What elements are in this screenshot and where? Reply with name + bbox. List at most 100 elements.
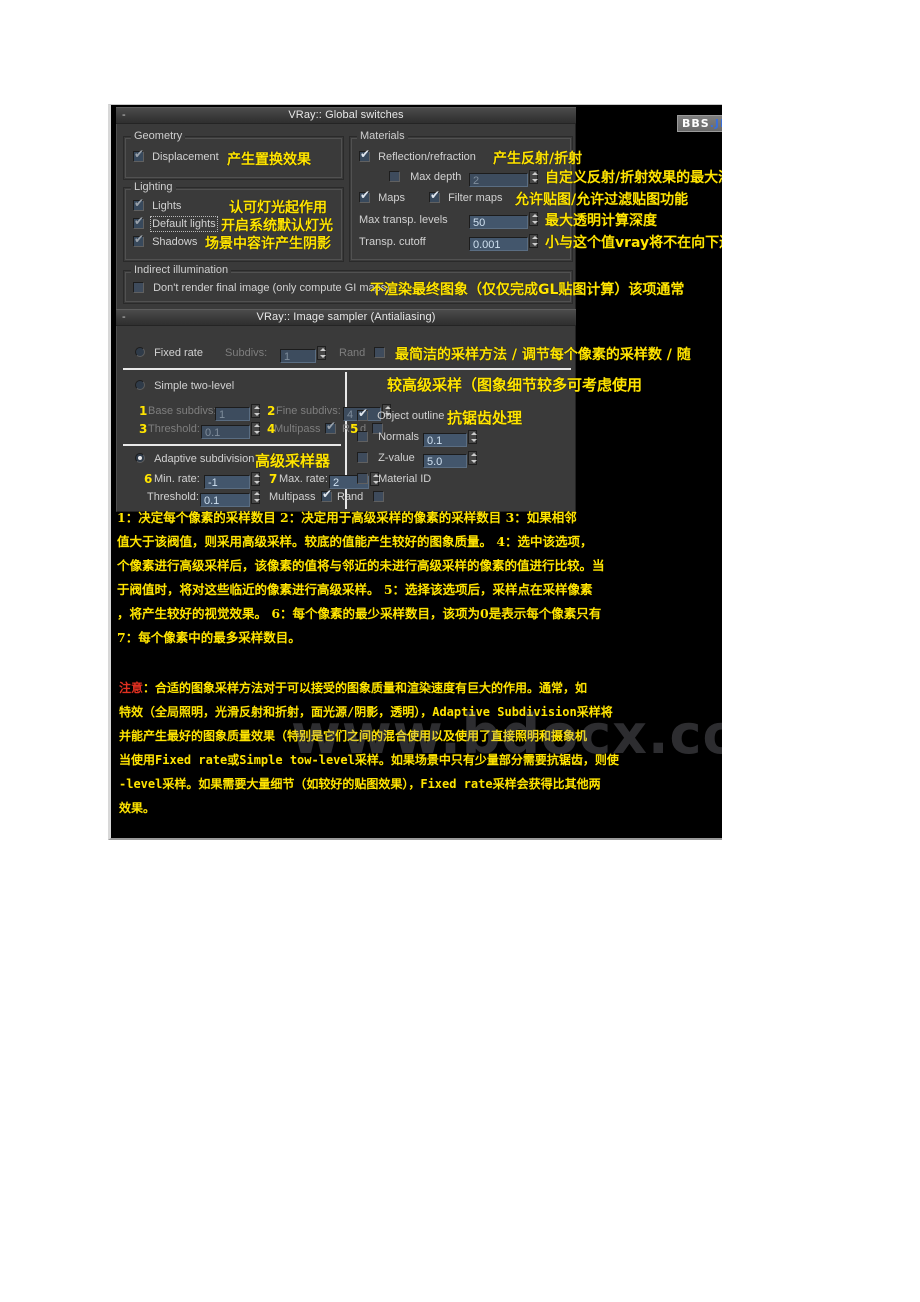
radio-icon[interactable] — [135, 380, 145, 390]
checkbox-icon[interactable] — [429, 189, 440, 203]
base-subdivs-value[interactable]: 1 — [215, 407, 250, 421]
field-max-transp-levels[interactable]: 50 — [469, 212, 538, 229]
checkbox-icon[interactable] — [133, 282, 144, 293]
checkbox-icon[interactable] — [133, 215, 144, 229]
label-fixed-rate-subdivs: Subdivs: — [225, 347, 268, 359]
checkbox-icon[interactable] — [133, 197, 144, 211]
bbs-watermark-badge: BBS.JI — [677, 115, 722, 132]
normals-value[interactable]: 0.1 — [423, 433, 467, 447]
notes-line: 7：每个像素中的最多采样数目。 — [117, 630, 301, 645]
radio-icon[interactable] — [135, 347, 145, 357]
field-z-value[interactable]: 5.0 — [423, 451, 477, 468]
min-rate-value[interactable]: -1 — [204, 475, 250, 489]
checkbox-normals-label: Normals — [378, 431, 420, 443]
annotation-adaptive-subdivision: 高级采样器 — [255, 452, 331, 470]
label-adaptive-rand: Rand — [337, 491, 364, 503]
radio-fixed-rate[interactable]: Fixed rate — [135, 347, 203, 359]
checkbox-z-value[interactable]: Z-value — [357, 452, 415, 464]
checkbox-two-level-multipass[interactable] — [325, 420, 336, 435]
checkbox-icon[interactable] — [133, 148, 144, 162]
spinner-icon[interactable] — [468, 430, 477, 444]
checkbox-adaptive-rand[interactable] — [373, 491, 384, 503]
two-level-threshold-value[interactable]: 0.1 — [201, 425, 250, 439]
field-normals[interactable]: 0.1 — [423, 430, 477, 447]
z-value-value[interactable]: 5.0 — [423, 454, 467, 468]
caution-line: 当使用Fixed rate或Simple tow-level采样。如果场景中只有… — [119, 753, 619, 767]
rollout-global-switches-titlebar[interactable]: - VRay:: Global switches — [116, 107, 576, 124]
checkbox-fixed-rate-rand[interactable] — [374, 347, 385, 359]
radio-fixed-rate-label: Fixed rate — [154, 347, 203, 359]
checkbox-icon[interactable] — [133, 233, 144, 247]
bbs-badge-text: BBS — [682, 117, 710, 130]
checkbox-default-lights[interactable]: Default lights — [133, 215, 218, 232]
checkbox-dont-render-final-image[interactable]: Don't render final image (only compute G… — [133, 282, 390, 294]
rollout-image-sampler-titlebar[interactable]: - VRay:: Image sampler (Antialiasing) — [116, 309, 576, 326]
checkbox-reflection-refraction[interactable]: Reflection/refraction — [359, 148, 476, 163]
checkbox-icon[interactable] — [357, 452, 368, 463]
notes-line: 个像素进行高级采样后，该像素的值将与邻近的未进行高级采样的像素的值进行比较。当 — [117, 558, 605, 573]
checkbox-displacement[interactable]: Displacement — [133, 148, 219, 163]
spinner-icon[interactable] — [317, 346, 326, 360]
collapse-icon[interactable]: - — [122, 108, 126, 123]
checkbox-lights[interactable]: Lights — [133, 197, 181, 212]
spinner-icon[interactable] — [251, 472, 260, 486]
checkbox-maps[interactable]: Maps — [359, 189, 405, 204]
checkbox-icon[interactable] — [373, 491, 384, 502]
annotation-default-lights: 开启系统默认灯光 — [221, 218, 333, 234]
checkbox-icon[interactable] — [321, 488, 332, 502]
checkbox-normals[interactable]: Normals — [357, 431, 419, 443]
radio-icon[interactable] — [135, 453, 145, 463]
checkbox-icon[interactable] — [374, 347, 385, 358]
spinner-icon[interactable] — [529, 212, 538, 226]
checkbox-icon[interactable] — [357, 431, 368, 442]
spinner-icon[interactable] — [529, 170, 538, 184]
adaptive-threshold-value[interactable]: 0.1 — [200, 493, 250, 507]
caution-line: -level采样。如果需要大量细节（如较好的贴图效果），Fixed rate采样… — [119, 777, 601, 791]
field-two-level-threshold[interactable]: 0.1 — [201, 422, 260, 439]
checkbox-adaptive-multipass[interactable] — [321, 488, 332, 503]
annotation-object-outline: 抗锯齿处理 — [447, 409, 523, 427]
notes-line: 1：决定每个像素的采样数目 2：决定用于高级采样的像素的采样数目 3：如果相邻 — [117, 510, 577, 525]
field-fixed-rate-subdivs[interactable]: 1 — [280, 346, 326, 363]
field-max-depth[interactable]: 2 — [469, 170, 538, 187]
radio-adaptive-subdivision[interactable]: Adaptive subdivision — [135, 453, 254, 465]
max-transp-levels-value[interactable]: 50 — [469, 215, 528, 229]
group-lighting-label: Lighting — [131, 181, 176, 193]
checkbox-shadows[interactable]: Shadows — [133, 233, 197, 248]
field-transp-cutoff[interactable]: 0.001 — [469, 234, 538, 251]
checkbox-icon[interactable] — [389, 171, 400, 182]
transp-cutoff-value[interactable]: 0.001 — [469, 237, 528, 251]
rollout-image-sampler-title: VRay:: Image sampler (Antialiasing) — [256, 311, 436, 323]
checkbox-object-outline[interactable]: Object outline — [357, 407, 444, 422]
checkbox-icon[interactable] — [325, 420, 336, 434]
checkbox-material-id-label: Material ID — [378, 473, 432, 485]
checkbox-material-id[interactable]: Material ID — [357, 473, 431, 485]
caution-prefix: 注意 — [119, 681, 144, 695]
field-base-subdivs[interactable]: 1 — [215, 404, 260, 421]
checkbox-filter-maps[interactable]: Filter maps — [429, 189, 502, 204]
radio-simple-two-level[interactable]: Simple two-level — [135, 380, 234, 392]
annotation-reflection-refraction: 产生反射/折射 — [493, 151, 583, 167]
spinner-icon[interactable] — [251, 422, 260, 436]
fixed-rate-subdivs-value[interactable]: 1 — [280, 349, 316, 363]
document-page: BBS.JI - VRay:: Global switches Geometry… — [108, 104, 722, 840]
spinner-icon[interactable] — [251, 490, 260, 504]
group-geometry-label: Geometry — [131, 130, 186, 142]
checkbox-max-depth[interactable]: Max depth — [389, 171, 461, 183]
checkbox-icon[interactable] — [357, 473, 368, 484]
field-adaptive-threshold[interactable]: 0.1 — [200, 490, 260, 507]
spinner-icon[interactable] — [468, 451, 477, 465]
annotation-advanced-sampling: 较高级采样（图象细节较多可考虑使用 — [387, 376, 643, 394]
collapse-icon[interactable]: - — [122, 310, 126, 325]
group-indirect-illumination-label: Indirect illumination — [131, 264, 232, 276]
field-min-rate[interactable]: -1 — [204, 472, 260, 489]
checkbox-icon[interactable] — [359, 148, 370, 162]
annotation-shadows: 场景中容许产生阴影 — [205, 236, 331, 252]
spinner-icon[interactable] — [251, 404, 260, 418]
checkbox-reflection-refraction-label: Reflection/refraction — [378, 151, 476, 163]
max-depth-value[interactable]: 2 — [469, 173, 528, 187]
checkbox-icon[interactable] — [359, 189, 370, 203]
checkbox-icon[interactable] — [357, 407, 368, 421]
radio-simple-two-level-label: Simple two-level — [154, 380, 235, 392]
spinner-icon[interactable] — [529, 234, 538, 248]
